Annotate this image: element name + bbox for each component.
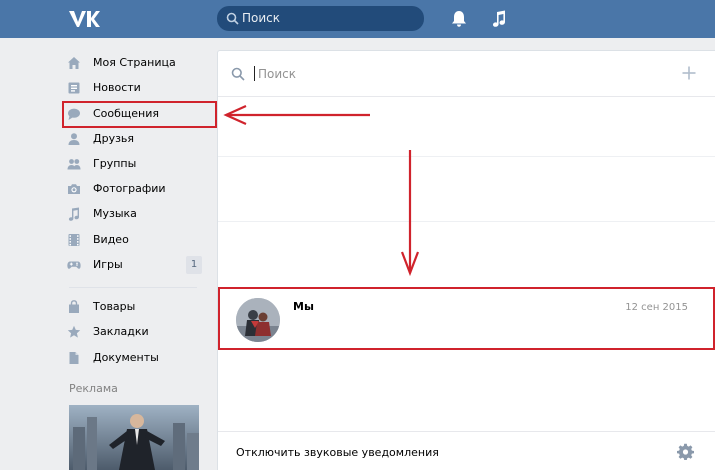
sidebar-item-label: Видео (93, 233, 129, 246)
messages-panel: Поиск Мы 12 сен 2015 Отключить звуковые … (217, 50, 715, 470)
sidebar-item-my-page[interactable]: Моя Страница (64, 52, 204, 74)
video-icon (68, 234, 80, 246)
sidebar-item-label: Документы (93, 351, 159, 364)
sidebar-item-goods[interactable]: Товары (64, 296, 204, 318)
list-divider (218, 221, 715, 222)
groups-icon (67, 159, 81, 170)
sidebar-item-label: Фотографии (93, 182, 166, 195)
search-icon (231, 67, 245, 81)
ads-title: Реклама (69, 382, 118, 395)
sidebar-item-label: Друзья (93, 132, 135, 145)
sidebar-item-friends[interactable]: Друзья (64, 128, 204, 150)
star-icon (67, 325, 81, 338)
gear-icon[interactable] (677, 443, 694, 460)
sidebar-item-label: Группы (93, 157, 137, 170)
highlight-box-conversation (218, 287, 715, 350)
sidebar-item-music[interactable]: Музыка (64, 203, 204, 225)
disable-sound-notifications-link[interactable]: Отключить звуковые уведомления (236, 446, 439, 459)
top-header: Поиск (0, 0, 715, 38)
sidebar-item-label: Новости (93, 81, 141, 94)
messages-footer: Отключить звуковые уведомления (218, 431, 715, 470)
sidebar-item-label: Моя Страница (93, 56, 176, 69)
header-search-placeholder: Поиск (242, 11, 281, 25)
highlight-box-messages (62, 101, 217, 128)
camera-icon (68, 184, 80, 194)
friends-icon (68, 133, 80, 145)
messages-search-placeholder: Поиск (258, 67, 297, 81)
document-icon (69, 352, 79, 364)
sidebar-item-bookmarks[interactable]: Закладки (64, 321, 204, 343)
search-icon (226, 12, 239, 25)
sidebar-item-games[interactable]: Игры (64, 254, 204, 276)
shopping-bag-icon (69, 300, 79, 313)
sidebar-item-photos[interactable]: Фотографии (64, 178, 204, 200)
games-count-badge: 1 (186, 256, 202, 274)
sidebar-item-video[interactable]: Видео (64, 229, 204, 251)
new-message-plus-icon[interactable] (682, 66, 696, 80)
home-icon (68, 57, 80, 69)
music-icon (68, 207, 79, 221)
news-icon (68, 82, 80, 94)
header-search-input[interactable]: Поиск (217, 6, 424, 31)
sidebar-item-label: Музыка (93, 207, 137, 220)
sidebar-item-documents[interactable]: Документы (64, 347, 204, 369)
vk-logo-icon[interactable] (68, 9, 100, 29)
ad-image[interactable] (69, 405, 199, 470)
sidebar-item-news[interactable]: Новости (64, 77, 204, 99)
bell-icon[interactable] (451, 10, 467, 27)
messages-search-bar[interactable]: Поиск (218, 51, 715, 97)
sidebar-item-label: Игры (93, 258, 123, 271)
sidebar-item-label: Товары (93, 300, 136, 313)
sidebar-item-groups[interactable]: Группы (64, 153, 204, 175)
games-icon (67, 261, 81, 269)
music-note-icon[interactable] (491, 10, 507, 27)
sidebar-divider (69, 287, 197, 288)
text-cursor (254, 66, 255, 81)
sidebar-item-label: Закладки (93, 325, 149, 338)
list-divider (218, 156, 715, 157)
